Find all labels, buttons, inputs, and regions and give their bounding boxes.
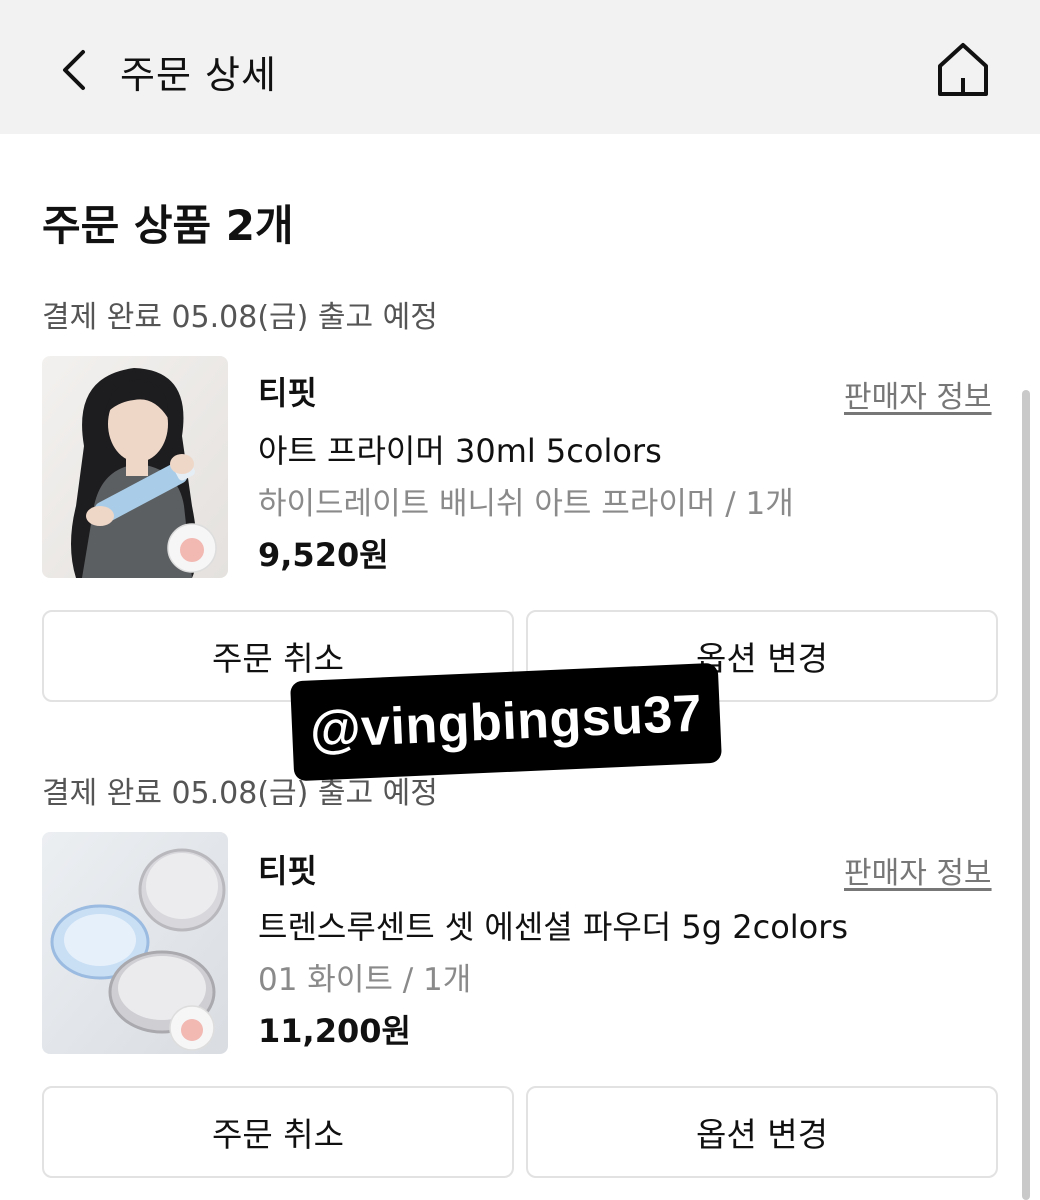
seller-name: 티핏 — [258, 852, 317, 890]
product-thumbnail[interactable] — [42, 356, 228, 578]
top-header: 주문 상세 — [0, 0, 1040, 134]
home-button[interactable] — [930, 36, 996, 102]
scrollbar[interactable] — [1022, 390, 1030, 1200]
change-option-button[interactable]: 옵션 변경 — [526, 1086, 998, 1178]
watermark-text: @vingbingsu37 — [308, 684, 704, 760]
home-icon — [938, 43, 988, 96]
chevron-left-icon — [63, 50, 85, 90]
watermark-sticker: @vingbingsu37 — [290, 662, 722, 782]
cancel-order-button[interactable]: 주문 취소 — [42, 1086, 514, 1178]
product-option: 하이드레이트 배니쉬 아트 프라이머 / 1개 — [258, 486, 794, 522]
product-name[interactable]: 아트 프라이머 30ml 5colors — [258, 426, 662, 472]
order-status: 결제 완료 05.08(금) 출고 예정 — [42, 300, 438, 335]
product-option: 01 화이트 / 1개 — [258, 962, 472, 998]
page-title: 주문 상세 — [120, 53, 277, 97]
seller-info-link[interactable]: 판매자 정보 — [844, 848, 992, 892]
seller-info-link[interactable]: 판매자 정보 — [844, 372, 992, 416]
product-image-powder — [42, 832, 228, 1054]
seller-name: 티핏 — [258, 374, 317, 412]
product-image-primer — [42, 356, 228, 578]
order-items-title: 주문 상품 2개 — [42, 201, 294, 250]
product-thumbnail[interactable] — [42, 832, 228, 1054]
product-price: 11,200원 — [258, 1012, 411, 1050]
back-button[interactable] — [48, 40, 100, 100]
product-price: 9,520원 — [258, 536, 389, 574]
product-name[interactable]: 트렌스루센트 셋 에센셜 파우더 5g 2colors — [258, 902, 848, 948]
